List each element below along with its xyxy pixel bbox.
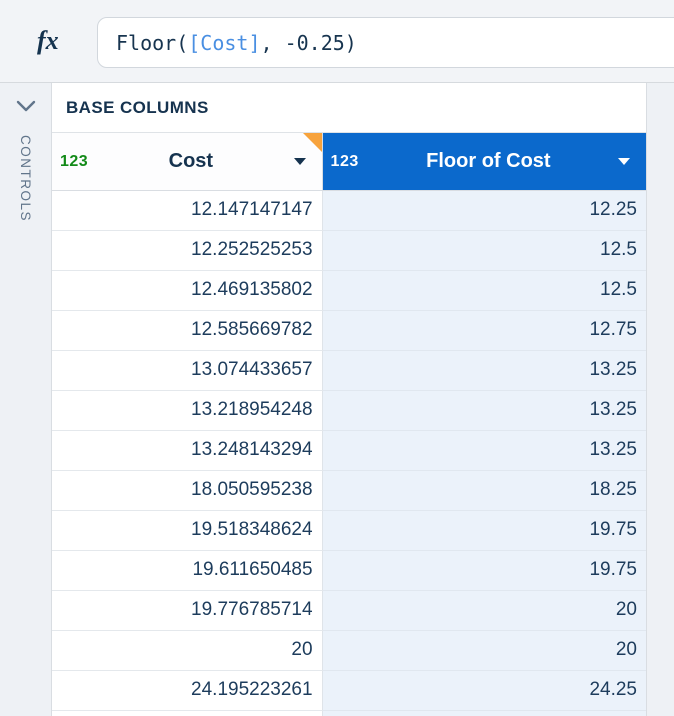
table-cell-floor[interactable]: 19.75 bbox=[323, 551, 646, 591]
formula-function-text: Floor( bbox=[116, 31, 188, 55]
table-cell-cost[interactable]: 12.252525253 bbox=[52, 231, 323, 271]
table-body: 12.147147147 12.25 12.252525253 12.5 12.… bbox=[52, 191, 646, 711]
column-title-cost: Cost bbox=[88, 150, 293, 173]
table-cell-floor[interactable]: 20 bbox=[323, 631, 646, 671]
number-type-icon: 123 bbox=[60, 153, 88, 171]
data-table: BASE COLUMNS 123 Cost 123 Floor of Cost … bbox=[52, 83, 647, 716]
formula-bar: fx Floor([Cost], -0.25) bbox=[0, 0, 674, 83]
table-cell-cost[interactable]: 12.585669782 bbox=[52, 311, 323, 351]
column-menu-dropdown-icon[interactable] bbox=[618, 158, 630, 165]
table-cell-floor[interactable]: 18.25 bbox=[323, 471, 646, 511]
table-cell-cost[interactable]: 12.469135802 bbox=[52, 271, 323, 311]
base-columns-section-header: BASE COLUMNS bbox=[52, 83, 646, 133]
table-cell-cost[interactable]: 13.218954248 bbox=[52, 391, 323, 431]
table-row: 13.074433657 13.25 bbox=[52, 351, 646, 391]
table-row: 12.585669782 12.75 bbox=[52, 311, 646, 351]
column-title-floor-of-cost: Floor of Cost bbox=[359, 150, 618, 173]
table-cell-cost[interactable]: 19.518348624 bbox=[52, 511, 323, 551]
table-row: 24.195223261 24.25 bbox=[52, 671, 646, 711]
table-cell-cost[interactable]: 24.195223261 bbox=[52, 671, 323, 711]
formula-input[interactable]: Floor([Cost], -0.25) bbox=[97, 17, 674, 68]
table-cell-cost[interactable]: 19.776785714 bbox=[52, 591, 323, 631]
table-cell-cost[interactable] bbox=[52, 711, 323, 716]
table-cell-cost[interactable]: 19.611650485 bbox=[52, 551, 323, 591]
table-cell-floor[interactable]: 12.25 bbox=[323, 191, 646, 231]
table-row: 12.469135802 12.5 bbox=[52, 271, 646, 311]
table-cell-floor[interactable]: 24.25 bbox=[323, 671, 646, 711]
corner-flag-icon bbox=[303, 133, 322, 152]
table-row-partial bbox=[52, 711, 646, 716]
column-header-floor-of-cost[interactable]: 123 Floor of Cost bbox=[323, 133, 646, 190]
table-cell-floor[interactable]: 13.25 bbox=[323, 431, 646, 471]
column-header-cost[interactable]: 123 Cost bbox=[52, 133, 323, 190]
formula-column-reference: [Cost] bbox=[188, 31, 260, 55]
table-cell-floor[interactable]: 19.75 bbox=[323, 511, 646, 551]
number-type-icon: 123 bbox=[331, 153, 359, 171]
table-row: 18.050595238 18.25 bbox=[52, 471, 646, 511]
table-row: 13.218954248 13.25 bbox=[52, 391, 646, 431]
table-row: 12.252525253 12.5 bbox=[52, 231, 646, 271]
column-menu-dropdown-icon[interactable] bbox=[294, 158, 306, 165]
table-cell-floor[interactable]: 20 bbox=[323, 591, 646, 631]
table-row: 19.611650485 19.75 bbox=[52, 551, 646, 591]
table-cell-cost[interactable]: 20 bbox=[52, 631, 323, 671]
column-header-row: 123 Cost 123 Floor of Cost bbox=[52, 133, 646, 191]
table-row: 20 20 bbox=[52, 631, 646, 671]
table-cell-cost[interactable]: 12.147147147 bbox=[52, 191, 323, 231]
table-cell-floor[interactable]: 13.25 bbox=[323, 351, 646, 391]
fx-icon: fx bbox=[37, 26, 59, 56]
table-cell-floor[interactable] bbox=[323, 711, 646, 716]
chevron-down-icon[interactable] bbox=[16, 99, 36, 113]
table-cell-floor[interactable]: 12.75 bbox=[323, 311, 646, 351]
formula-args-text: , -0.25) bbox=[261, 31, 357, 55]
table-cell-cost[interactable]: 13.248143294 bbox=[52, 431, 323, 471]
controls-panel-label: CONTROLS bbox=[18, 135, 33, 222]
table-cell-floor[interactable]: 13.25 bbox=[323, 391, 646, 431]
table-row: 19.776785714 20 bbox=[52, 591, 646, 631]
controls-panel-collapsed[interactable]: CONTROLS bbox=[0, 83, 52, 716]
table-cell-cost[interactable]: 18.050595238 bbox=[52, 471, 323, 511]
table-row: 19.518348624 19.75 bbox=[52, 511, 646, 551]
table-cell-cost[interactable]: 13.074433657 bbox=[52, 351, 323, 391]
table-cell-floor[interactable]: 12.5 bbox=[323, 271, 646, 311]
table-row: 13.248143294 13.25 bbox=[52, 431, 646, 471]
table-cell-floor[interactable]: 12.5 bbox=[323, 231, 646, 271]
table-row: 12.147147147 12.25 bbox=[52, 191, 646, 231]
